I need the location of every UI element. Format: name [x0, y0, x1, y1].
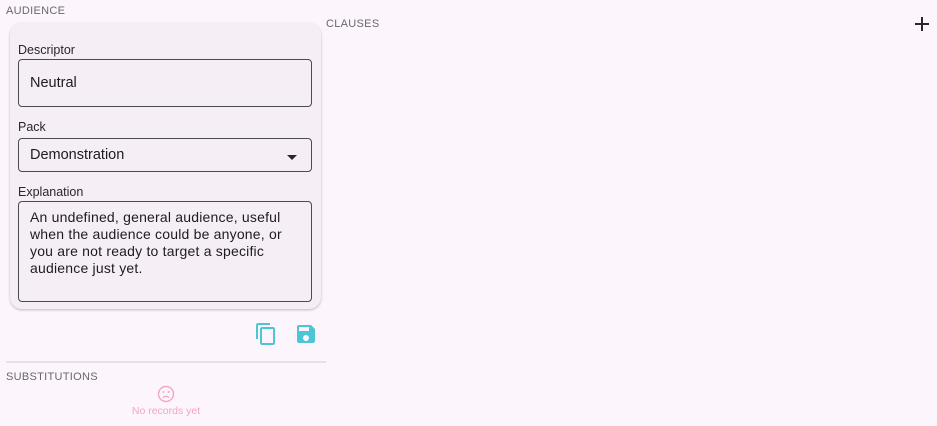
explanation-field[interactable]: An undefined, general audience, useful w…	[18, 201, 312, 302]
app-root: AUDIENCE Descriptor Neutral Pack Demonst…	[0, 0, 937, 426]
plus-icon[interactable]	[911, 13, 933, 35]
section-divider	[6, 361, 326, 363]
pack-value: Demonstration	[30, 147, 125, 163]
audience-section-label: AUDIENCE	[6, 5, 66, 17]
sad-face-icon	[157, 385, 175, 403]
explanation-label: Explanation	[18, 185, 84, 199]
descriptor-value: Neutral	[30, 75, 77, 91]
audience-card: Descriptor Neutral Pack Demonstration Ex…	[10, 23, 321, 309]
chevron-down-icon	[287, 155, 297, 160]
pack-select[interactable]: Demonstration	[18, 138, 312, 172]
clauses-section-label: CLAUSES	[326, 18, 380, 30]
save-icon[interactable]	[294, 322, 318, 346]
pack-label: Pack	[18, 120, 46, 134]
explanation-value: An undefined, general audience, useful w…	[30, 209, 282, 276]
empty-state-text: No records yet	[131, 405, 201, 417]
descriptor-label: Descriptor	[18, 43, 75, 57]
descriptor-field[interactable]: Neutral	[18, 59, 312, 107]
substitutions-section-label: SUBSTITUTIONS	[6, 371, 98, 383]
copy-icon[interactable]	[254, 322, 278, 346]
